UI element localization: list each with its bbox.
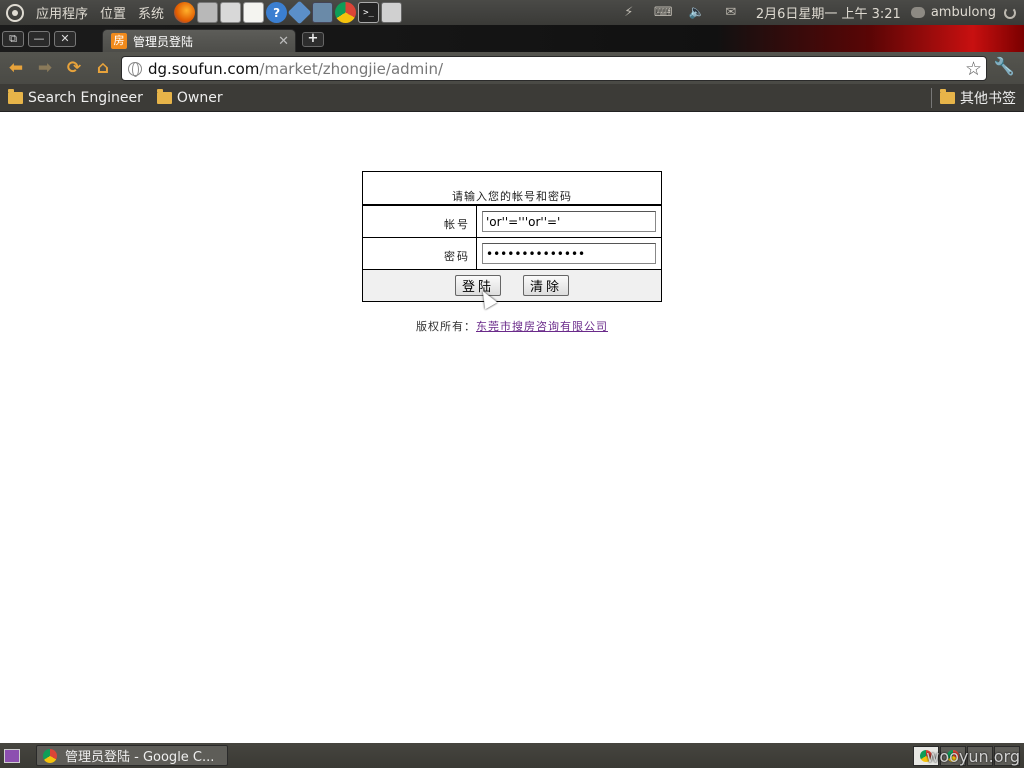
reload-button[interactable]: ⟳ (61, 55, 87, 81)
wrench-menu-icon[interactable]: 🔧 (994, 57, 1015, 77)
clock[interactable]: 2月6日星期一 上午 3:21 (756, 3, 901, 22)
folder-icon (8, 88, 23, 104)
tab-strip: ⧉ — ✕ 房 管理员登陆 ✕ + (0, 25, 1024, 52)
volume-icon[interactable]: 🔈 (688, 5, 706, 20)
calculator-launcher-icon[interactable] (197, 2, 219, 23)
chrome-launcher-icon[interactable] (335, 2, 357, 23)
help-launcher-icon[interactable]: ? (266, 2, 288, 23)
bottom-panel: 管理员登陆 - Google C... wooyun.org (0, 743, 1024, 768)
bookmarks-bar: Search Engineer Owner 其他书签 (0, 84, 1024, 112)
login-actions: 登陆 清除 (363, 270, 661, 301)
login-prompt: 请输入您的帐号和密码 (363, 172, 661, 206)
tab-close-icon[interactable]: ✕ (278, 34, 289, 49)
soufun-favicon-icon: 房 (111, 33, 127, 49)
taskbar-item-label: 管理员登陆 - Google C... (65, 750, 215, 765)
bookmark-label: Owner (176, 89, 223, 106)
account-row: 帐号 (363, 206, 661, 238)
window-controls: ⧉ — ✕ (0, 25, 80, 52)
show-desktop-icon[interactable] (4, 748, 20, 763)
folder-icon (940, 88, 955, 104)
top-panel: 应用程序 位置 系统 ? >_ ⚡ ⌨ 🔈 ✉ 2月6日星期一 上午 3:21 … (0, 0, 1024, 25)
globe-icon (128, 61, 142, 77)
clear-button[interactable]: 清除 (523, 275, 570, 296)
browser-toolbar: ⬅ ➡ ⟳ ⌂ dg.soufun.com/market/zhongjie/ad… (0, 52, 1024, 84)
menu-system[interactable]: 系统 (132, 3, 170, 22)
terminal-launcher-icon[interactable]: >_ (358, 2, 380, 23)
login-form: 请输入您的帐号和密码 帐号 密码 登陆 清除 (362, 171, 662, 302)
virtualbox-launcher-icon[interactable] (287, 0, 312, 25)
account-input[interactable] (482, 211, 656, 232)
menu-places[interactable]: 位置 (94, 3, 132, 22)
new-tab-button[interactable]: + (302, 32, 324, 47)
tab-title: 管理员登陆 (133, 34, 194, 49)
copyright-label: 版权所有： (416, 320, 476, 333)
launcher-bar: ? >_ (174, 0, 404, 25)
url-host: dg.soufun.com (148, 59, 260, 78)
other-bookmarks[interactable]: 其他书签 (931, 87, 1016, 108)
chrome-icon (43, 748, 57, 763)
text-editor-launcher-icon[interactable] (243, 2, 265, 23)
mail-icon[interactable]: ✉ (722, 5, 740, 20)
restore-window-icon[interactable]: ⧉ (2, 30, 24, 47)
ubuntu-logo-icon[interactable] (6, 3, 24, 22)
tab-admin-login[interactable]: 房 管理员登陆 ✕ (102, 29, 296, 52)
close-window-icon[interactable]: ✕ (54, 30, 76, 47)
bookmark-star-icon[interactable]: ☆ (965, 58, 982, 80)
password-row: 密码 (363, 238, 661, 270)
menu-applications[interactable]: 应用程序 (30, 3, 94, 22)
copyright: 版权所有：东莞市搜房咨询有限公司 (0, 318, 1024, 334)
share-launcher-icon[interactable] (381, 2, 403, 23)
taskbar-chrome-window[interactable]: 管理员登陆 - Google C... (36, 745, 228, 766)
address-bar[interactable]: dg.soufun.com/market/zhongjie/admin/ ☆ (121, 56, 987, 81)
bookmark-label: Search Engineer (28, 89, 143, 106)
screenshot-launcher-icon[interactable] (220, 2, 242, 23)
network-icon[interactable]: ⚡ (620, 5, 638, 20)
user-menu[interactable]: ambulong (910, 5, 996, 20)
power-icon[interactable] (1004, 6, 1016, 19)
company-link[interactable]: 东莞市搜房咨询有限公司 (476, 320, 608, 333)
page-content: 请输入您的帐号和密码 帐号 密码 登陆 清除 版权所有：东莞市搜房咨询有限公司 (0, 113, 1024, 743)
firefox-launcher-icon[interactable] (174, 2, 196, 23)
bookmark-owner[interactable]: Owner (156, 88, 223, 106)
home-button[interactable]: ⌂ (90, 55, 116, 81)
minimize-window-icon[interactable]: — (28, 30, 50, 47)
chat-status-icon (910, 7, 925, 18)
remote-desktop-launcher-icon[interactable] (312, 2, 334, 23)
folder-icon (156, 88, 172, 104)
system-tray: ⚡ ⌨ 🔈 ✉ 2月6日星期一 上午 3:21 ambulong (612, 3, 1024, 22)
password-input[interactable] (482, 243, 656, 264)
keyboard-icon[interactable]: ⌨ (654, 5, 673, 20)
other-bookmarks-label: 其他书签 (960, 90, 1016, 107)
username: ambulong (930, 5, 996, 20)
back-button[interactable]: ⬅ (3, 55, 29, 81)
bookmark-search-engineer[interactable]: Search Engineer (8, 88, 143, 106)
password-label: 密码 (363, 238, 477, 269)
forward-button[interactable]: ➡ (32, 55, 58, 81)
watermark: wooyun.org (926, 747, 1020, 766)
account-label: 帐号 (363, 206, 477, 237)
url-path: /market/zhongjie/admin/ (259, 59, 444, 78)
